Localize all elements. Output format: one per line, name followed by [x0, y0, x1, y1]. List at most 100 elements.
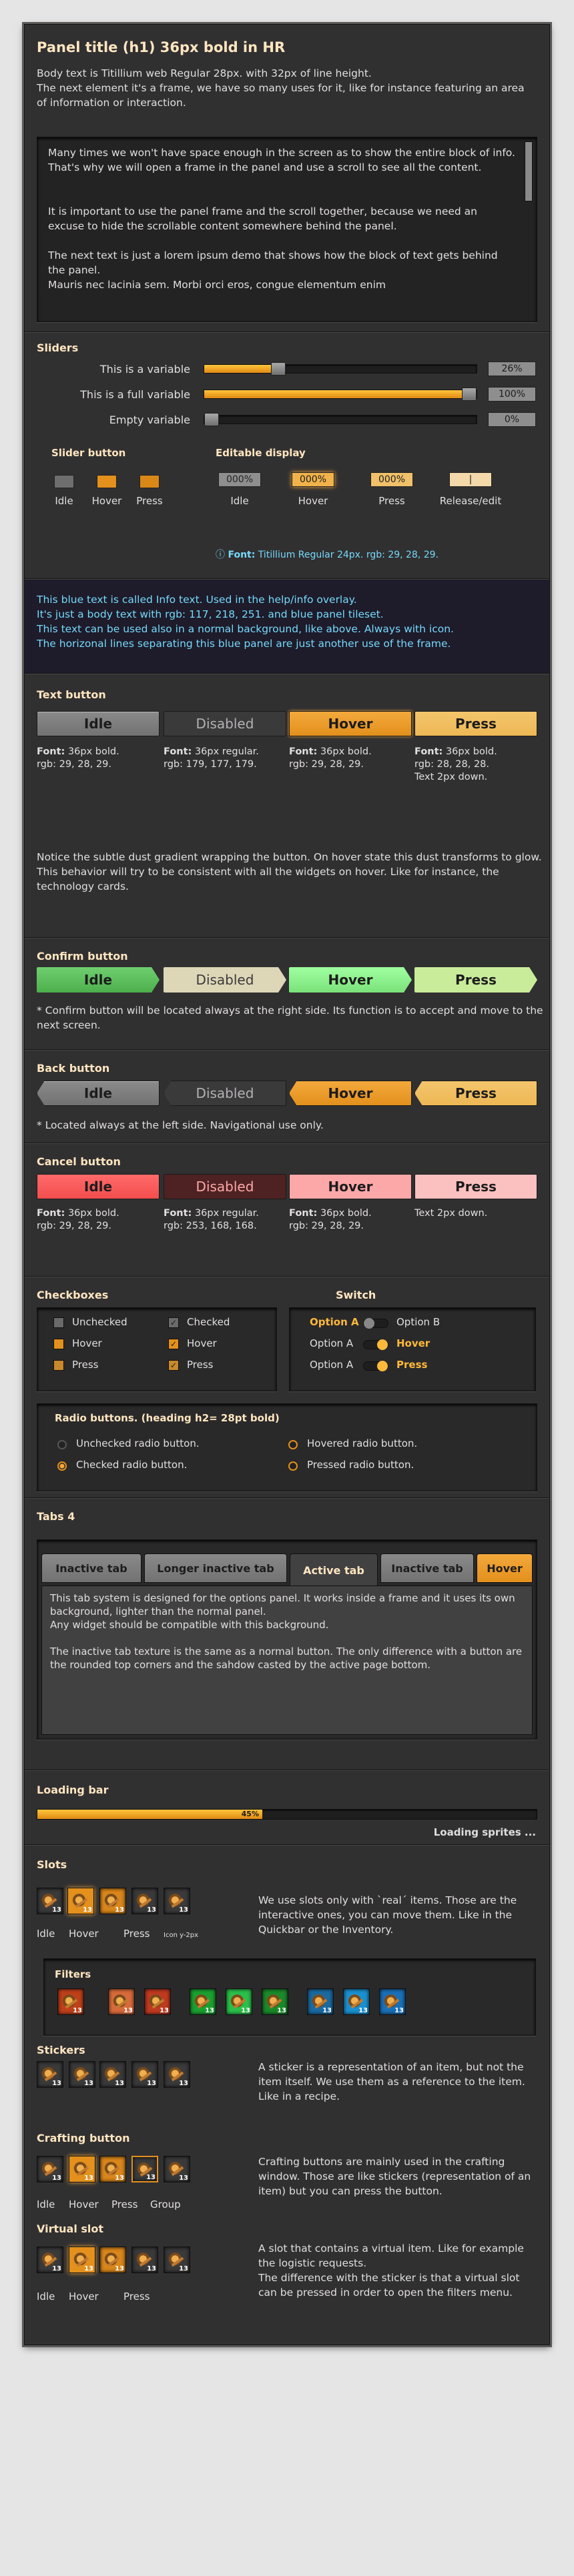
filter-slot[interactable] [262, 1988, 288, 2015]
item-slot[interactable] [99, 1888, 126, 1914]
cancel-hover-button[interactable]: Hover [289, 1174, 412, 1199]
checkbox[interactable] [53, 1317, 64, 1328]
checkbox-checked[interactable]: ✓ [168, 1360, 179, 1371]
editable-display[interactable]: | [449, 472, 492, 487]
item-icon [137, 2161, 154, 2178]
section-title: Virtual slot [37, 2222, 104, 2235]
crafting-button[interactable] [164, 2156, 190, 2182]
confirm-idle-button[interactable]: Idle [37, 967, 160, 993]
tab-hover[interactable]: Hover [477, 1553, 533, 1583]
loading-bar: 45% [37, 1809, 537, 1820]
filter-slot[interactable] [144, 1988, 171, 2015]
checkbox-checked[interactable]: ✓ [168, 1339, 179, 1349]
tab-active-tab[interactable]: Active tab [290, 1553, 378, 1587]
scrollbar[interactable] [525, 141, 533, 201]
back-hover-button[interactable]: Hover [289, 1081, 412, 1106]
virtual-label: Hover [69, 2291, 99, 2303]
cancel-idle-button[interactable]: Idle [37, 1174, 160, 1199]
back-disabled-button[interactable]: Disabled [164, 1081, 286, 1106]
virtual-slot[interactable] [99, 2246, 126, 2273]
radio-button[interactable] [57, 1440, 67, 1449]
filter-slot[interactable] [190, 1988, 216, 2015]
section-title: Loading bar [37, 1784, 109, 1796]
slider-value: 26% [488, 362, 536, 376]
item-icon [168, 2251, 186, 2269]
crafting-button[interactable] [37, 2156, 63, 2182]
text-hover-button[interactable]: Hover [289, 711, 412, 736]
slider-track[interactable] [204, 413, 477, 426]
slider-button-sample[interactable] [54, 475, 74, 488]
slider-knob[interactable] [204, 413, 219, 426]
crafting-button[interactable] [69, 2156, 95, 2182]
filter-slot[interactable] [226, 1988, 252, 2015]
sticker-slot[interactable] [131, 2061, 158, 2088]
filter-slot[interactable] [379, 1988, 406, 2015]
back-press-button[interactable]: Press [414, 1081, 537, 1106]
sticker-slot[interactable] [69, 2061, 95, 2088]
switch-toggle[interactable] [363, 1318, 388, 1329]
switch-toggle[interactable] [363, 1361, 388, 1371]
tab-inactive-tab[interactable]: Inactive tab [41, 1553, 141, 1583]
item-icon [230, 1993, 248, 2010]
confirm-hover-button[interactable]: Hover [289, 967, 412, 993]
checkbox[interactable] [53, 1360, 64, 1371]
slider-knob[interactable] [271, 362, 286, 376]
font-note: Text 2px down. [414, 1208, 488, 1219]
slot-icon-note: Icon y-2px [164, 1932, 199, 1939]
tab-longer-inactive-tab[interactable]: Longer inactive tab [144, 1553, 287, 1583]
switch-knob [377, 1339, 388, 1350]
craft-label: Hover [69, 2198, 99, 2210]
radio-button[interactable] [288, 1440, 298, 1449]
slider-button-sample[interactable] [97, 475, 117, 488]
switch-toggle[interactable] [363, 1339, 388, 1350]
crafting-button[interactable] [131, 2156, 158, 2182]
item-slot[interactable] [131, 1888, 158, 1914]
editable-display[interactable]: 000% [292, 472, 334, 487]
radio-button[interactable] [288, 1461, 298, 1471]
filter-slot[interactable] [108, 1988, 135, 2015]
radio-label: Unchecked radio button. [76, 1437, 200, 1449]
checkbox-checked[interactable]: ✓ [168, 1317, 179, 1328]
back-idle-button[interactable]: Idle [37, 1081, 160, 1106]
slider-knob[interactable] [462, 388, 477, 401]
slider-track[interactable] [204, 388, 477, 401]
filter-slot[interactable] [343, 1988, 370, 2015]
virtual-slot[interactable] [131, 2246, 158, 2273]
sticker-slot[interactable] [164, 2061, 190, 2088]
sticker-slot[interactable] [37, 2061, 63, 2088]
slider-track[interactable] [204, 362, 477, 376]
item-icon [149, 1993, 166, 2010]
text-press-button[interactable]: Press [414, 711, 537, 736]
filter-slot[interactable] [57, 1988, 84, 2015]
confirm-press-button[interactable]: Press [414, 967, 537, 993]
item-slot[interactable] [67, 1888, 94, 1914]
filters-frame: Filters [43, 1958, 536, 2036]
cancel-disabled-button[interactable]: Disabled [164, 1174, 286, 1199]
text-idle-button[interactable]: Idle [37, 711, 160, 736]
cancel-press-button[interactable]: Press [414, 1174, 537, 1199]
item-icon [384, 1993, 401, 2010]
virtual-slot[interactable] [69, 2246, 95, 2273]
slider-button-sample[interactable] [139, 475, 160, 488]
virtual-slot[interactable] [164, 2246, 190, 2273]
item-icon [41, 2066, 59, 2083]
item-slot[interactable] [164, 1888, 190, 1914]
slider-value: 100% [488, 387, 536, 402]
sticker-slot[interactable] [99, 2061, 126, 2088]
filter-slot[interactable] [307, 1988, 334, 2015]
virtual-label: Idle [37, 2291, 55, 2303]
editable-display[interactable]: 000% [370, 472, 413, 487]
checkbox[interactable] [53, 1339, 64, 1349]
editable-label: Release/edit [439, 495, 502, 507]
font-note: Font: 36px regular. rgb: 253, 168, 168. [164, 1208, 259, 1231]
virtual-slot[interactable] [37, 2246, 63, 2273]
item-slot[interactable] [37, 1888, 63, 1914]
text-disabled-button[interactable]: Disabled [164, 711, 286, 736]
craft-label: Idle [37, 2198, 55, 2210]
radio-button[interactable] [57, 1461, 67, 1471]
tab-inactive-tab[interactable]: Inactive tab [380, 1553, 474, 1583]
slider-value: 0% [488, 412, 536, 427]
crafting-button[interactable] [99, 2156, 126, 2182]
confirm-disabled-button[interactable]: Disabled [164, 967, 286, 993]
editable-display[interactable]: 000% [218, 472, 261, 487]
